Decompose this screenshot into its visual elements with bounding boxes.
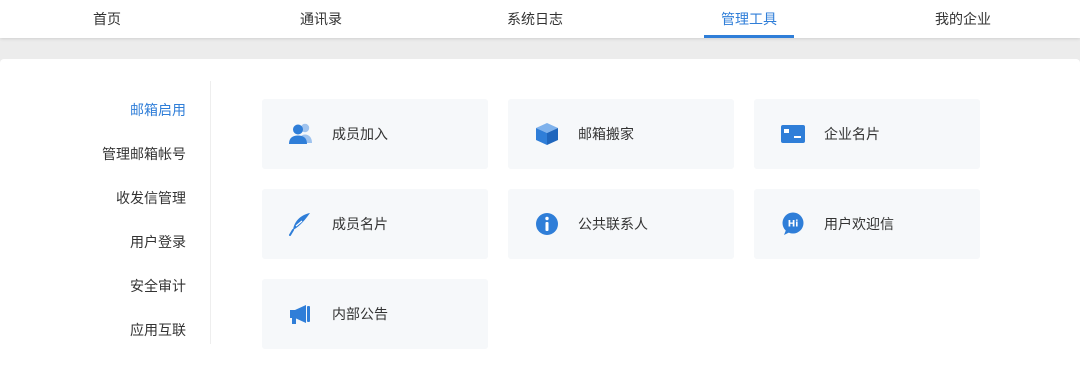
tab-system-log[interactable]: 系统日志 (495, 0, 575, 38)
tab-label: 系统日志 (507, 11, 563, 27)
tool-card-welcome-letter[interactable]: Hi 用户欢迎信 (754, 189, 980, 259)
tool-card-member-card[interactable]: 成员名片 (262, 189, 488, 259)
box-icon (536, 123, 558, 145)
tool-card-label: 内部公告 (332, 306, 388, 322)
sidebar-item-manage-accounts[interactable]: 管理邮箱帐号 (102, 132, 186, 176)
tool-card-mailbox-migration[interactable]: 邮箱搬家 (508, 99, 734, 169)
tool-card-internal-notice[interactable]: 内部公告 (262, 279, 488, 349)
sidebar: 邮箱启用 管理邮箱帐号 收发信管理 用户登录 安全审计 应用互联 (0, 81, 211, 344)
tab-admin-tools[interactable]: 管理工具 (704, 0, 794, 38)
tab-label: 首页 (93, 11, 121, 27)
sidebar-item-mail-management[interactable]: 收发信管理 (116, 176, 186, 220)
info-icon (536, 213, 558, 235)
sidebar-item-user-login[interactable]: 用户登录 (130, 220, 186, 264)
sidebar-item-mailbox-enable[interactable]: 邮箱启用 (130, 88, 186, 132)
tab-contacts[interactable]: 通讯录 (285, 0, 357, 38)
id-card-icon (781, 125, 805, 143)
tab-home[interactable]: 首页 (72, 0, 142, 38)
sidebar-item-security-audit[interactable]: 安全审计 (130, 264, 186, 308)
hi-bubble-icon: Hi (782, 212, 804, 235)
tool-card-member-join[interactable]: 成员加入 (262, 99, 488, 169)
tool-card-label: 成员名片 (332, 216, 388, 232)
tab-label: 我的企业 (935, 11, 991, 27)
tool-card-label: 企业名片 (824, 126, 880, 142)
tool-card-label: 邮箱搬家 (578, 126, 634, 142)
main-panel: 邮箱启用 管理邮箱帐号 收发信管理 用户登录 安全审计 应用互联 成员加入 邮箱… (0, 59, 1080, 366)
tool-card-public-contacts[interactable]: 公共联系人 (508, 189, 734, 259)
top-navigation: 首页 通讯录 系统日志 管理工具 我的企业 (0, 0, 1080, 38)
tab-active-underline (704, 35, 794, 38)
members-icon (289, 123, 312, 144)
tool-card-label: 公共联系人 (578, 216, 648, 232)
tab-label: 管理工具 (721, 11, 777, 27)
megaphone-icon (290, 305, 310, 324)
tool-card-label: 成员加入 (332, 126, 388, 142)
tab-label: 通讯录 (300, 11, 342, 27)
tool-card-label: 用户欢迎信 (824, 216, 894, 232)
sidebar-item-app-integration[interactable]: 应用互联 (130, 308, 186, 352)
svg-text:Hi: Hi (788, 220, 799, 230)
tab-my-enterprise[interactable]: 我的企业 (922, 0, 1004, 38)
tool-card-enterprise-card[interactable]: 企业名片 (754, 99, 980, 169)
feather-icon (289, 213, 310, 236)
